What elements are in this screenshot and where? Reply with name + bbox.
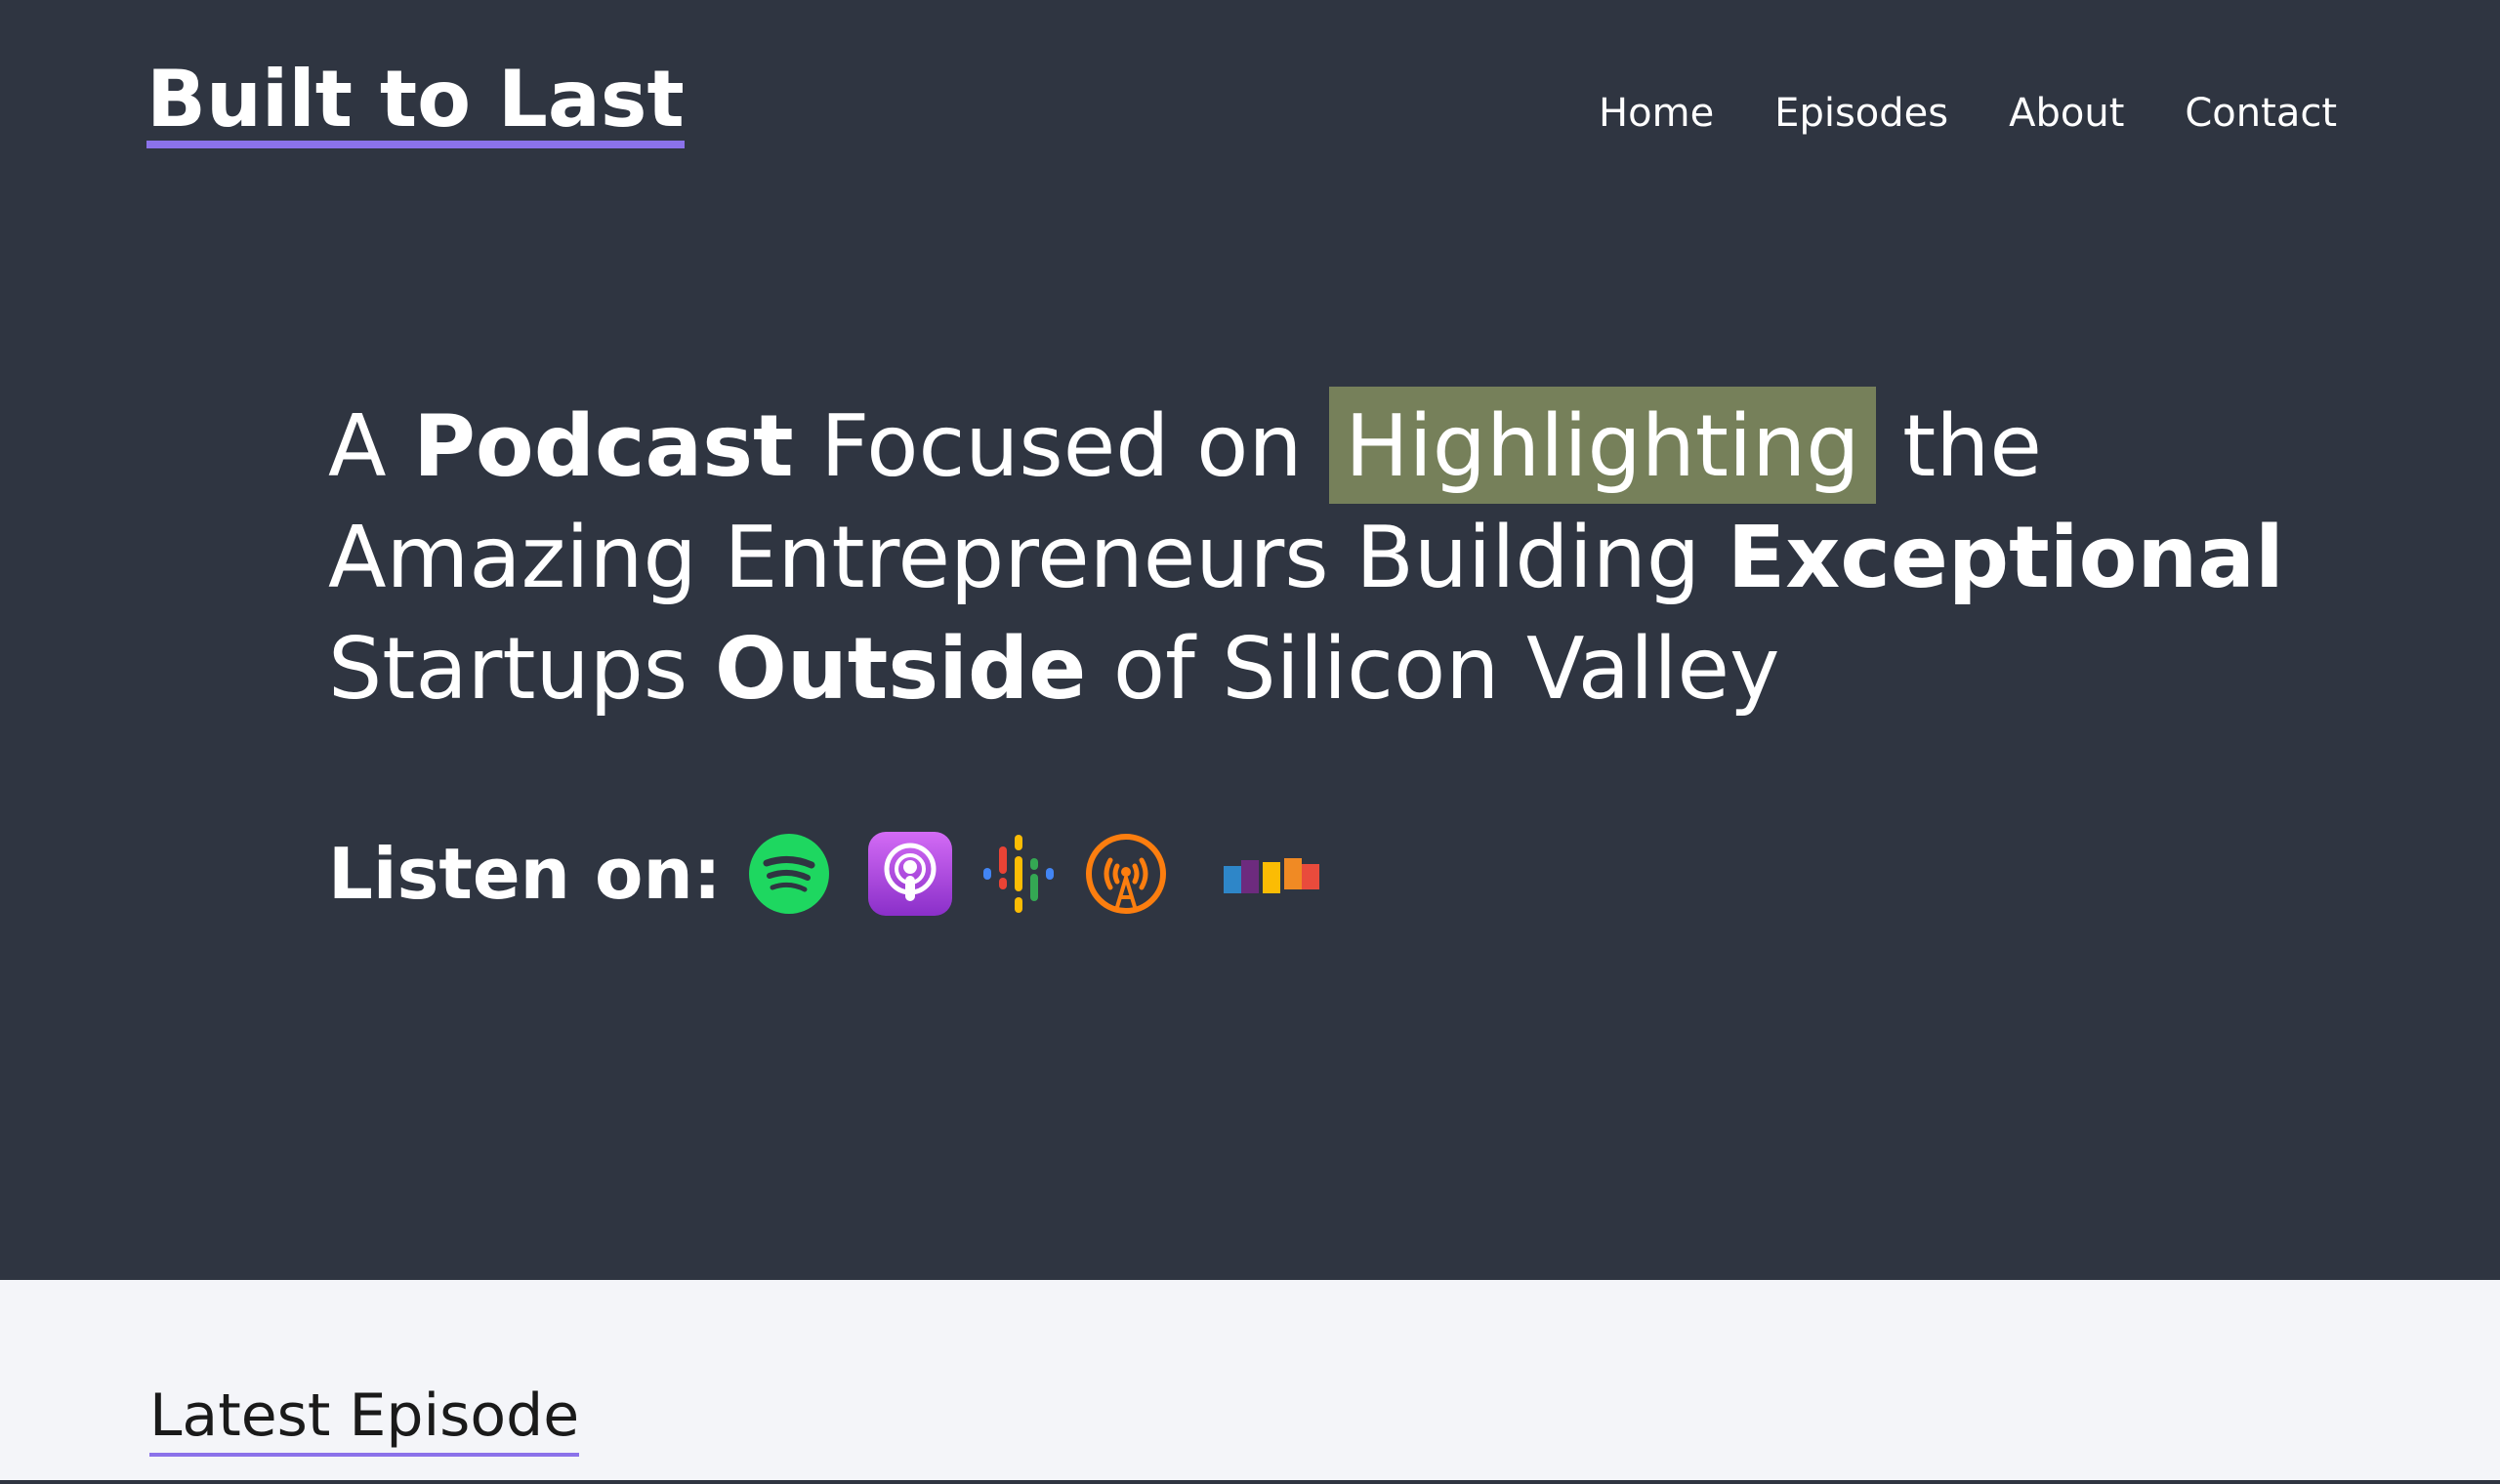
headline-text: Focused on	[793, 396, 1330, 496]
section-divider	[0, 1480, 2500, 1484]
nav-item-about[interactable]: About	[2009, 94, 2124, 133]
headline-text: of Silicon Valley	[1086, 619, 1780, 719]
headline-text: the	[1875, 396, 2042, 496]
nav-item-contact[interactable]: Contact	[2185, 94, 2337, 133]
headline-bold-outside: Outside	[714, 619, 1087, 719]
overcast-icon	[1085, 834, 1166, 914]
google-podcasts-icon	[982, 835, 1054, 913]
nav-item-home[interactable]: Home	[1599, 94, 1714, 133]
headline-line-2: Amazing Entrepreneurs Building Exception…	[328, 502, 2320, 613]
hero-section: Built to Last Home Episodes About Contac…	[0, 0, 2500, 1280]
castbox-icon	[1223, 858, 1319, 893]
headline-text: Startups	[328, 619, 715, 719]
headline-line-3: Startups Outside of Silicon Valley	[328, 613, 2320, 724]
google-podcasts-link[interactable]	[979, 835, 1058, 913]
main-nav: Home Episodes About Contact	[1599, 94, 2337, 133]
headline-highlight: Highlighting	[1329, 387, 1876, 504]
castbox-link[interactable]	[1223, 854, 1321, 893]
apple-podcasts-icon	[867, 832, 952, 916]
nav-item-episodes[interactable]: Episodes	[1774, 94, 1948, 133]
listen-on-row: Listen on:	[328, 832, 1349, 916]
overcast-link[interactable]	[1085, 833, 1167, 915]
spotify-link[interactable]	[748, 834, 829, 914]
apple-podcasts-link[interactable]	[867, 832, 952, 916]
headline-bold-exceptional: Exceptional	[1727, 508, 2284, 607]
listen-on-label: Listen on:	[328, 833, 722, 915]
latest-episode-heading: Latest Episode	[149, 1386, 580, 1457]
headline-text: Amazing Entrepreneurs Building	[328, 508, 1728, 607]
headline-text: A	[328, 396, 414, 496]
headline-bold-podcast: Podcast	[413, 396, 794, 496]
spotify-icon	[748, 834, 829, 914]
hero-headline: A Podcast Focused on Highlighting the Am…	[328, 387, 2320, 724]
site-logo[interactable]: Built to Last	[146, 61, 685, 148]
headline-line-1: A Podcast Focused on Highlighting the	[328, 387, 2320, 504]
